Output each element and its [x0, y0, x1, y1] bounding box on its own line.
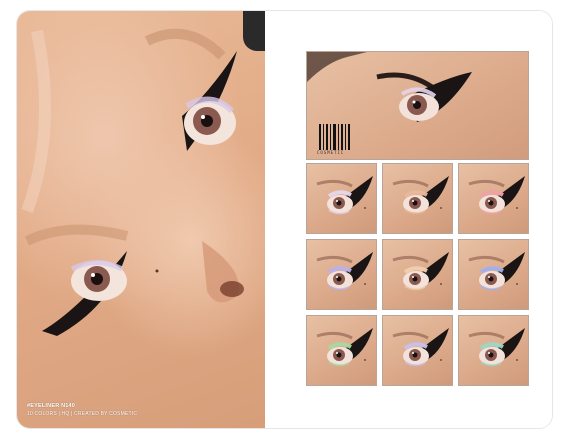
product-caption: #EYELINER N140 10 COLORS | HQ | CREATED … [27, 403, 137, 418]
eyeliner-swatch [382, 315, 453, 386]
face-illustration [21, 28, 244, 336]
post-image-frame[interactable]: #EYELINER N140 10 COLORS | HQ | CREATED … [16, 10, 553, 429]
closeup-face-photo: #EYELINER N140 10 COLORS | HQ | CREATED … [17, 11, 265, 428]
eyeliner-swatch [382, 163, 453, 234]
caption-subtitle: 10 COLORS | HQ | CREATED BY COSMETIC [27, 411, 138, 417]
eyeliner-swatch [458, 163, 529, 234]
eyeliner-swatch [306, 163, 377, 234]
eyeliner-swatch [306, 239, 377, 310]
caption-title: #EYELINER N140 [27, 403, 76, 410]
brand-label: COSMETIC [317, 150, 345, 155]
eyeliner-swatch [458, 315, 529, 386]
hero-eye-image: COSMETIC [306, 51, 529, 160]
eyeliner-swatch [306, 315, 377, 386]
swatch-panel: COSMETIC [265, 11, 552, 428]
barcode-icon [319, 124, 350, 150]
hair-strand [243, 11, 265, 51]
eyeliner-swatch [458, 239, 529, 310]
eyeliner-swatch [382, 239, 453, 310]
